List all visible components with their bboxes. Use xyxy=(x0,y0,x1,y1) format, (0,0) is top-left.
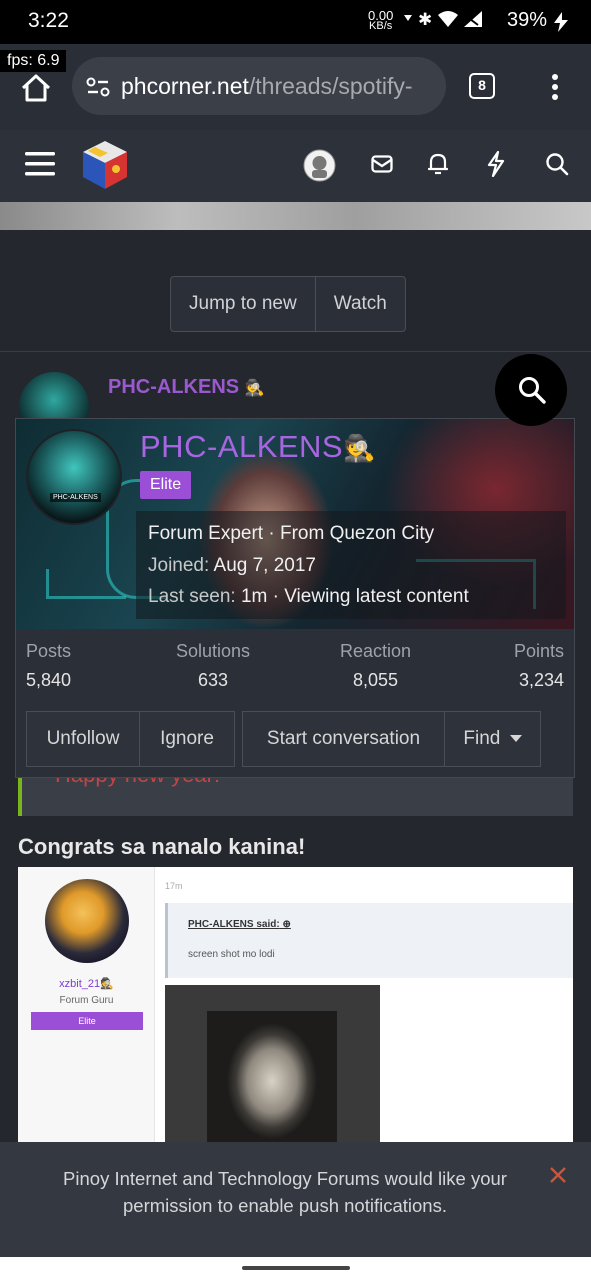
search-icon xyxy=(519,377,546,404)
profile-banner-image: PHC-ALKENS PHC-ALKENS🕵 Elite Forum Exper… xyxy=(16,419,574,629)
status-bar: 3:22 0.00 KB/s ✱ 39% xyxy=(0,0,591,44)
site-settings-icon[interactable] xyxy=(86,76,110,98)
post-heading: Congrats sa nanalo kanina! xyxy=(18,834,306,859)
page-banner-image xyxy=(0,202,591,230)
member-joined: Joined: Aug 7, 2017 xyxy=(148,555,316,576)
signal-icons: ✱ xyxy=(404,9,496,34)
overflow-menu-icon[interactable] xyxy=(545,72,565,102)
avatar-name-tag: PHC-ALKENS xyxy=(50,493,101,502)
home-icon[interactable] xyxy=(20,73,52,103)
wifi-signal-icon: ✱ xyxy=(404,10,482,30)
hamburger-menu-icon[interactable] xyxy=(25,151,55,177)
screenshot-username: xzbit_21🕵 xyxy=(59,978,114,990)
user-title-badge: Elite xyxy=(140,471,192,499)
thread-action-buttons: Jump to new Watch xyxy=(170,276,406,332)
spy-icon: 🕵 xyxy=(100,978,114,990)
unfollow-button[interactable]: Unfollow xyxy=(26,711,140,767)
divider xyxy=(0,351,591,352)
spy-icon: 🕵 xyxy=(343,433,376,463)
charging-icon xyxy=(554,12,568,32)
battery-level: 39% xyxy=(507,9,548,31)
site-logo-icon[interactable] xyxy=(80,139,130,191)
screenshot-quote: PHC-ALKENS said: ⊕ screen shot mo lodi xyxy=(165,903,573,978)
screenshot-quote-text: screen shot mo lodi xyxy=(188,949,275,960)
fps-overlay: fps: 6.9 xyxy=(0,50,67,72)
post-author-name[interactable]: PHC-ALKENS 🕵 xyxy=(108,376,265,399)
stat-reaction[interactable]: Reaction 8,055 xyxy=(340,641,411,691)
close-icon[interactable] xyxy=(549,1166,567,1184)
member-tooltip-card: PHC-ALKENS PHC-ALKENS🕵 Elite Forum Exper… xyxy=(15,418,575,778)
screenshot-role: Forum Guru xyxy=(59,995,114,1006)
network-speed: 0.00 KB/s xyxy=(368,8,394,32)
arrow-up-circle-icon: ⊕ xyxy=(282,919,291,930)
member-avatar[interactable]: PHC-ALKENS xyxy=(26,429,122,525)
screenshot-avatar xyxy=(45,879,129,963)
screenshot-badge: Elite xyxy=(31,1012,143,1030)
start-conversation-button[interactable]: Start conversation xyxy=(242,711,445,767)
stat-solutions[interactable]: Solutions 633 xyxy=(176,641,250,691)
member-title-line: Forum Expert · From Quezon City xyxy=(148,523,435,544)
spy-icon: 🕵 xyxy=(244,380,265,397)
screenshot-quote-author: PHC-ALKENS said: ⊕ xyxy=(188,919,291,930)
tab-switcher-button[interactable]: 8 xyxy=(469,73,495,99)
header-search-icon[interactable] xyxy=(545,152,569,176)
push-permission-text: Pinoy Internet and Technology Forums wou… xyxy=(63,1168,507,1216)
gesture-handle[interactable] xyxy=(242,1266,350,1270)
find-dropdown-button[interactable]: Find xyxy=(444,711,541,767)
floating-search-button[interactable] xyxy=(495,354,567,426)
chevron-down-icon xyxy=(509,734,522,742)
user-avatar-icon[interactable] xyxy=(303,149,336,182)
notifications-bell-icon[interactable] xyxy=(428,152,448,176)
jump-to-new-button[interactable]: Jump to new xyxy=(171,277,315,331)
svg-text:✱: ✱ xyxy=(418,10,434,29)
member-last-seen: Last seen: 1m · Viewing latest content xyxy=(148,586,469,607)
ignore-button[interactable]: Ignore xyxy=(139,711,235,767)
screenshot-time: 17m xyxy=(165,881,183,891)
inbox-mail-icon[interactable] xyxy=(371,155,393,173)
clock: 3:22 xyxy=(28,9,69,32)
whats-new-bolt-icon[interactable] xyxy=(487,151,505,177)
screenshot-user-panel: xzbit_21🕵 Forum Guru Elite xyxy=(18,867,155,1142)
url-text[interactable]: phcorner.net/threads/spotify- xyxy=(121,73,435,100)
member-name[interactable]: PHC-ALKENS🕵 xyxy=(140,429,376,465)
portrait-image xyxy=(207,1011,337,1142)
embedded-screenshot[interactable]: xzbit_21🕵 Forum Guru Elite 17m PHC-ALKEN… xyxy=(18,867,573,1142)
stat-posts[interactable]: Posts 5,840 xyxy=(26,641,71,691)
watch-button[interactable]: Watch xyxy=(314,277,405,331)
stat-points[interactable]: Points 3,234 xyxy=(514,641,564,691)
screenshot-phone-image xyxy=(165,985,380,1142)
